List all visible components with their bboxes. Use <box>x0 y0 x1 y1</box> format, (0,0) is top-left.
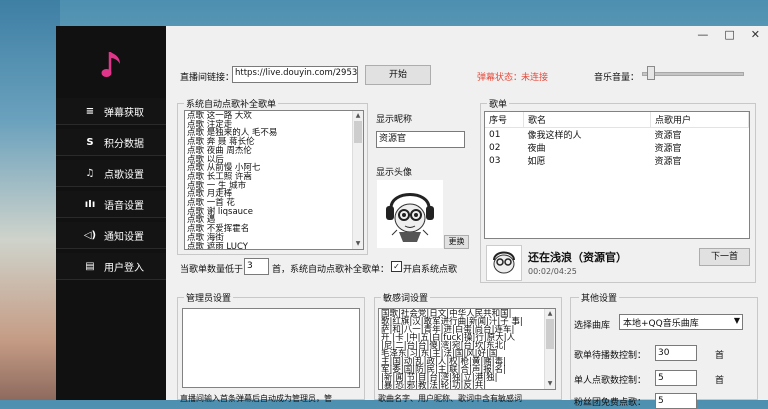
banned-words-footer: 歌曲名字、用户昵称、歌词中含有敏感词 <box>378 394 522 403</box>
volume-label: 音乐音量： <box>594 73 640 83</box>
sidebar-item-login[interactable]: ▤ 用户登入 <box>56 253 166 280</box>
song-title: 夜曲 <box>527 144 546 154</box>
now-playing-cover <box>486 245 522 281</box>
song-no: 03 <box>489 155 501 166</box>
scrollbar[interactable]: ▲ ▼ <box>544 309 555 389</box>
close-button[interactable]: ✕ <box>751 28 760 41</box>
live-link-label: 直播间链接： <box>180 73 235 83</box>
table-row[interactable]: 03 如愿 资源官 <box>485 154 749 168</box>
song-user: 资源官 <box>654 144 682 154</box>
system-song-checkbox[interactable]: ✓ <box>391 261 402 272</box>
admin-hint: 直播间输入首条弹幕后自动成为管理员，管 <box>180 394 332 403</box>
change-avatar-button[interactable]: 更换 <box>444 235 469 249</box>
panda-avatar-icon <box>493 251 515 274</box>
banned-words-textarea[interactable]: 国歌|社会党|日文|中华人民共和国| 歌|红旗|汉|敢军进行曲|新闻|汁|子 事|… <box>378 308 556 390</box>
playlist-title: 歌单 <box>487 97 510 110</box>
autofill-count-input[interactable]: 3 <box>244 258 269 275</box>
volume-slider-thumb[interactable] <box>646 66 655 80</box>
song-no: 01 <box>489 129 501 140</box>
sidebar: ≡ 弹幕获取 S 积分数据 ♫ 点歌设置 ıIı 语音设置 ◁) 通知设置 ▤ … <box>56 26 166 400</box>
nickname-input[interactable]: 资源官 <box>376 131 465 148</box>
speaker-icon: ◁) <box>83 229 97 241</box>
song-user: 资源官 <box>654 131 682 141</box>
nickname-label: 显示昵称 <box>376 115 413 125</box>
list-icon: ≡ <box>85 105 95 117</box>
list-item[interactable]: 点歌 遮雨 LUCY <box>187 242 361 249</box>
maximize-button[interactable]: □ <box>724 28 734 41</box>
song-no: 02 <box>489 142 501 153</box>
column-header[interactable]: 点歌用户 <box>650 112 749 128</box>
playlist-table[interactable]: 序号 歌名 点歌用户 01 像我这样的人 资源官 02 夜曲 资源官 03 如愿… <box>484 111 750 239</box>
panda-avatar-icon <box>386 193 434 242</box>
other-settings-title: 其他设置 <box>579 291 620 304</box>
system-song-checkbox-label: 开启系统点歌 <box>403 265 458 275</box>
user-icon: ▤ <box>85 260 95 272</box>
library-label: 选择曲库 <box>574 321 611 331</box>
sidebar-item-label: 弹幕获取 <box>104 107 144 119</box>
now-playing-title: 还在浅浪（资源官） <box>528 251 627 264</box>
sidebar-item-label: 用户登入 <box>104 262 144 274</box>
sidebar-item-voice-settings[interactable]: ıIı 语音设置 <box>56 191 166 218</box>
sidebar-item-danmu[interactable]: ≡ 弹幕获取 <box>56 98 166 125</box>
sidebar-item-label: 通知设置 <box>104 231 144 243</box>
sidebar-item-points[interactable]: S 积分数据 <box>56 129 166 156</box>
sidebar-item-label: 点歌设置 <box>104 169 144 181</box>
library-select-value: 本地+QQ音乐曲库 <box>623 319 699 329</box>
autofill-label: 当歌单数量低于 <box>180 265 244 275</box>
table-row[interactable]: 02 夜曲 资源官 <box>485 141 749 155</box>
danmu-status-value: 未连接 <box>521 73 549 83</box>
admin-title: 管理员设置 <box>184 291 234 304</box>
fan-free-label: 粉丝团免费点歌： <box>574 398 647 408</box>
next-song-button[interactable]: 下一首 <box>699 248 750 266</box>
volume-slider-track[interactable] <box>642 72 744 76</box>
autofill-suffix-label: 首，系统自动点歌补全歌单： <box>272 265 390 275</box>
danmu-status-label: 弹幕状态： <box>477 73 523 83</box>
points-icon: S <box>86 136 94 148</box>
auto-playlist-list[interactable]: 点歌 这一路 大欢 点歌 注定走 点歌 是独来的人 毛不易 点歌 奔 聂 蒋长伦 点歌 … <box>184 110 364 250</box>
scrollbar[interactable]: ▲ ▼ <box>352 111 363 249</box>
fan-free-input[interactable]: 5 <box>655 393 697 409</box>
avatar-image <box>377 180 443 248</box>
song-title: 如愿 <box>527 157 546 167</box>
per-user-label: 单人点歌数控制： <box>574 376 647 386</box>
music-icon: ♫ <box>85 167 95 179</box>
column-header[interactable]: 歌名 <box>523 112 651 128</box>
song-user: 资源官 <box>654 157 682 167</box>
desktop-background <box>0 0 60 400</box>
avatar-label: 显示头像 <box>376 168 413 178</box>
column-header[interactable]: 序号 <box>485 112 524 128</box>
now-playing-time: 00:02/04:25 <box>528 267 577 276</box>
max-wait-input[interactable]: 30 <box>655 345 697 361</box>
per-user-unit: 首 <box>715 376 725 386</box>
auto-playlist-title: 系统自动点歌补全歌单 <box>184 97 279 110</box>
banned-word-line: |暴|恐|邪|教|法|轮|功|反|共| <box>381 381 487 390</box>
admin-textarea[interactable] <box>182 308 360 388</box>
start-button[interactable]: 开始 <box>365 65 431 85</box>
table-row[interactable]: 01 像我这样的人 资源官 <box>485 128 749 142</box>
live-link-input[interactable]: https://live.douyin.com/2953 <box>232 66 358 83</box>
song-title: 像我这样的人 <box>527 131 582 141</box>
max-wait-unit: 首 <box>715 351 725 361</box>
library-select[interactable]: 本地+QQ音乐曲库 ▼ <box>619 314 743 330</box>
sidebar-item-song-settings[interactable]: ♫ 点歌设置 <box>56 160 166 187</box>
minimize-button[interactable]: — <box>697 28 708 41</box>
window-controls: — □ ✕ <box>697 28 760 41</box>
sidebar-item-label: 语音设置 <box>104 200 144 212</box>
max-wait-label: 歌单待播数控制： <box>574 351 647 361</box>
music-note-icon <box>101 52 120 77</box>
sidebar-item-notify-settings[interactable]: ◁) 通知设置 <box>56 222 166 249</box>
per-user-input[interactable]: 5 <box>655 370 697 386</box>
chevron-down-icon: ▼ <box>733 316 740 325</box>
audio-wave-icon: ıIı <box>84 198 96 210</box>
sidebar-item-label: 积分数据 <box>104 138 144 150</box>
banned-words-title: 敏感词设置 <box>381 291 431 304</box>
